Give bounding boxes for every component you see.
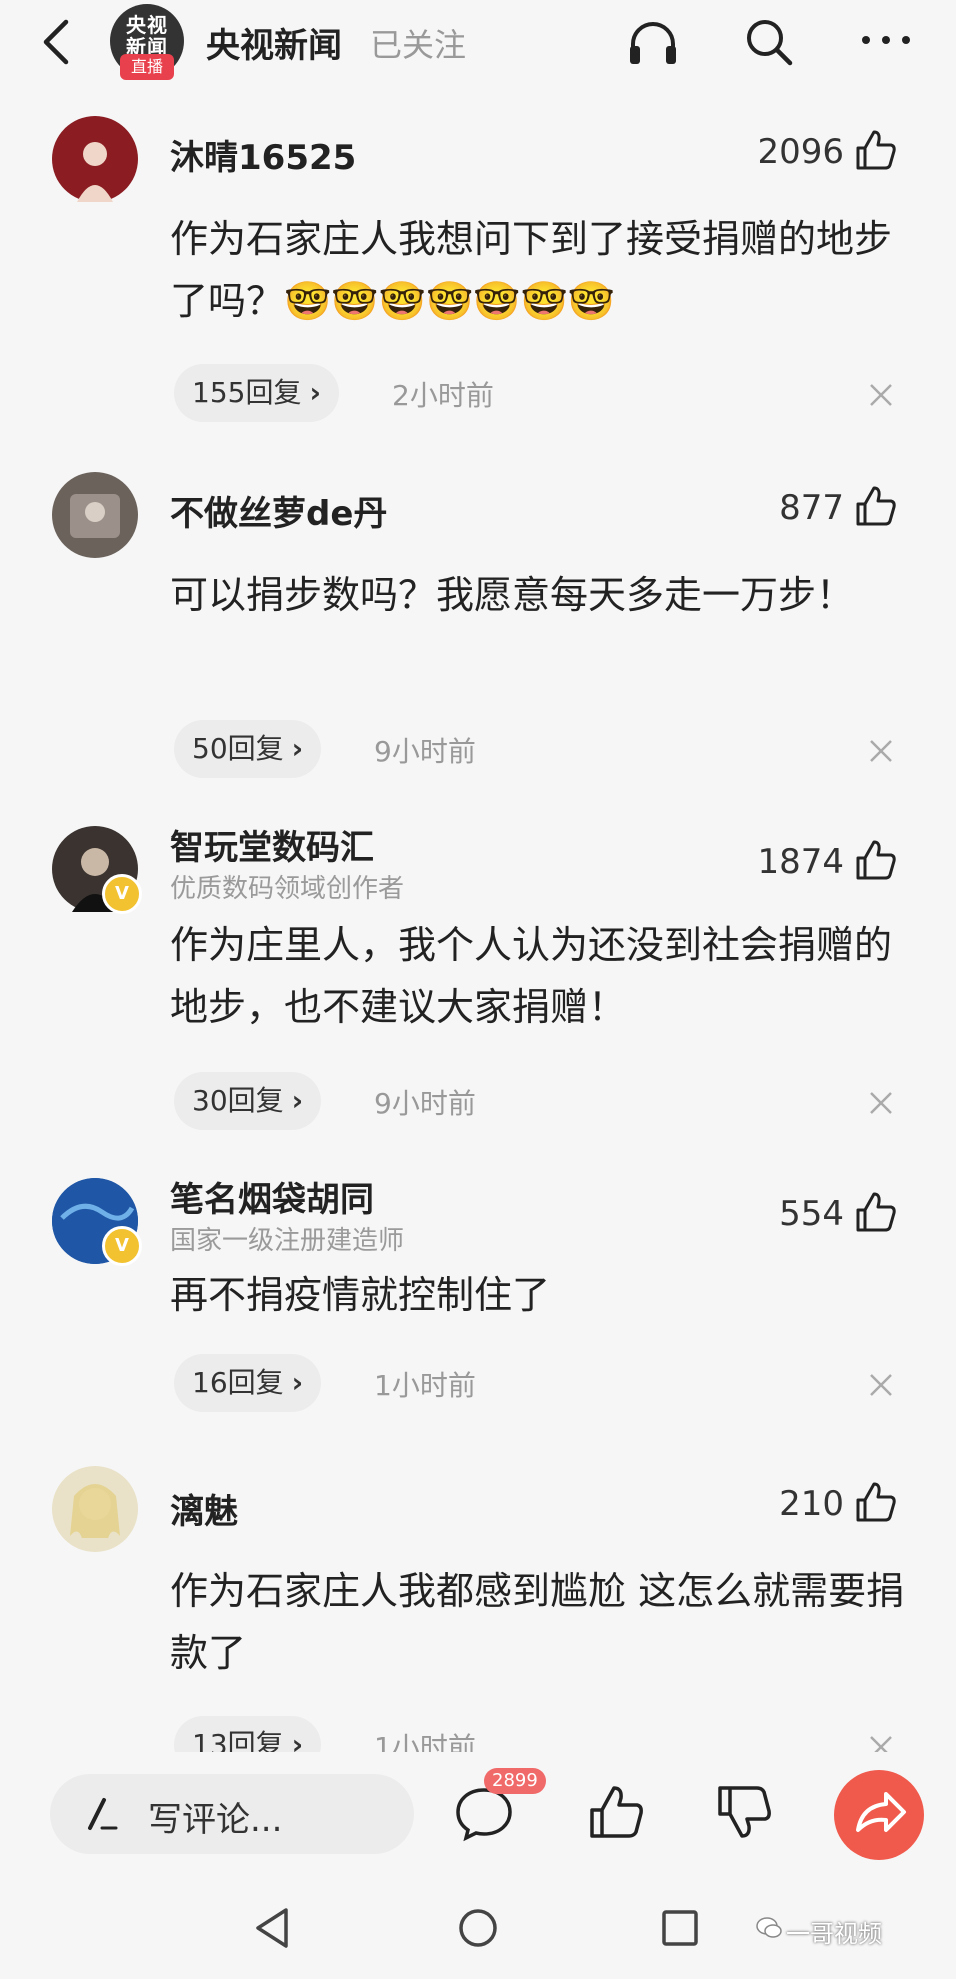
write-comment-input[interactable]: 写评论... (50, 1774, 414, 1854)
username[interactable]: 笔名烟袋胡同 (170, 1172, 374, 1221)
user-certification: 国家一级注册建造师 (170, 1226, 405, 1256)
verified-badge-icon: V (102, 1226, 142, 1266)
chevron-right-icon: › (291, 1084, 304, 1117)
write-comment-placeholder: 写评论... (148, 1800, 283, 1840)
headphone-icon[interactable] (624, 14, 682, 68)
reply-count-button[interactable]: 16回复 › (174, 1354, 322, 1412)
username[interactable]: 智玩堂数码汇 (170, 820, 374, 869)
channel-avatar[interactable]: 央视 新闻 直播 (110, 4, 184, 80)
close-icon[interactable] (868, 382, 894, 408)
share-button[interactable] (834, 1770, 924, 1860)
thumb-up-icon[interactable] (854, 1190, 898, 1234)
thumb-up-icon[interactable] (854, 1480, 898, 1524)
avatar-anime-icon (70, 1484, 120, 1538)
reply-count-button[interactable]: 155回复 › (174, 364, 339, 422)
chevron-right-icon: › (291, 732, 304, 765)
user-avatar[interactable] (52, 1466, 138, 1552)
back-arrow-icon[interactable] (34, 16, 78, 68)
follow-status-button[interactable]: 已关注 (370, 20, 466, 66)
username[interactable]: 漓魅 (170, 1484, 238, 1533)
nav-back-icon[interactable] (250, 1904, 294, 1952)
reply-count: 155回复 (192, 376, 302, 409)
timestamp: 9小时前 (374, 735, 476, 768)
search-icon[interactable] (740, 14, 798, 68)
like-count: 210 (779, 1484, 844, 1524)
user-avatar[interactable]: V (52, 1178, 142, 1266)
timestamp: 9小时前 (374, 1087, 476, 1120)
comment-text: 再不捐疫情就控制住了 (170, 1273, 551, 1317)
username[interactable]: 不做丝萝de丹 (170, 486, 387, 535)
comment-text: 可以捐步数吗？我愿意每天多走一万步！ (170, 573, 855, 617)
channel-logo-text: 央视 新闻 (126, 13, 168, 59)
reply-count-button[interactable]: 50回复 › (174, 720, 322, 778)
thumb-up-icon[interactable] (854, 838, 898, 882)
timestamp: 2小时前 (392, 379, 494, 412)
top-bar: 央视 新闻 直播 央视新闻 已关注 (0, 0, 956, 84)
like-count: 2096 (757, 132, 844, 172)
live-badge: 直播 (120, 54, 174, 80)
bottom-action-bar: 写评论... 2899 (0, 1752, 956, 1878)
thumb-up-icon[interactable] (854, 128, 898, 172)
like-count: 1874 (757, 842, 844, 882)
verified-badge-icon: V (102, 874, 142, 914)
thumb-down-icon[interactable] (714, 1782, 776, 1842)
comment-text: 作为庄里人，我个人认为还没到社会捐赠的地步，也不建议大家捐赠！ (170, 923, 893, 1029)
comment-text: 作为石家庄人我想问下到了接受捐赠的地步了吗？🤓🤓🤓🤓🤓🤓🤓 (170, 217, 893, 323)
reply-count: 30回复 (192, 1084, 284, 1117)
nav-recent-apps-icon[interactable] (660, 1906, 700, 1950)
user-avatar[interactable] (52, 116, 138, 202)
wechat-icon (756, 1917, 782, 1938)
chevron-right-icon: › (291, 1366, 304, 1399)
close-icon[interactable] (868, 1372, 894, 1398)
thumb-up-icon[interactable] (854, 484, 898, 528)
reply-count: 16回复 (192, 1366, 284, 1399)
close-icon[interactable] (868, 738, 894, 764)
avatar-portrait-icon (77, 142, 113, 202)
reply-count: 50回复 (192, 732, 284, 765)
like-count: 877 (779, 488, 844, 528)
system-navigation-bar: 一哥视频 (0, 1878, 956, 1979)
username[interactable]: 沐晴16525 (170, 130, 356, 179)
nav-home-icon[interactable] (456, 1904, 500, 1952)
user-certification: 优质数码领域创作者 (170, 874, 405, 904)
reply-count-button[interactable]: 30回复 › (174, 1072, 322, 1130)
user-avatar[interactable]: V (52, 826, 142, 914)
thumb-up-icon[interactable] (586, 1782, 648, 1842)
like-count: 554 (779, 1194, 844, 1234)
more-options-icon[interactable] (856, 20, 916, 60)
share-arrow-icon (856, 1792, 906, 1832)
timestamp: 1小时前 (374, 1369, 476, 1402)
chevron-right-icon: › (309, 376, 321, 409)
channel-name[interactable]: 央视新闻 (206, 18, 342, 67)
comment-count-badge: 2899 (484, 1768, 546, 1794)
avatar-portrait-icon (70, 494, 120, 538)
close-icon[interactable] (868, 1090, 894, 1116)
user-avatar[interactable] (52, 472, 138, 558)
pen-icon (88, 1798, 118, 1830)
comment-text: 作为石家庄人我都感到尴尬 这怎么就需要捐款了 (170, 1569, 905, 1675)
watermark-text: 一哥视频 (786, 1920, 882, 1948)
